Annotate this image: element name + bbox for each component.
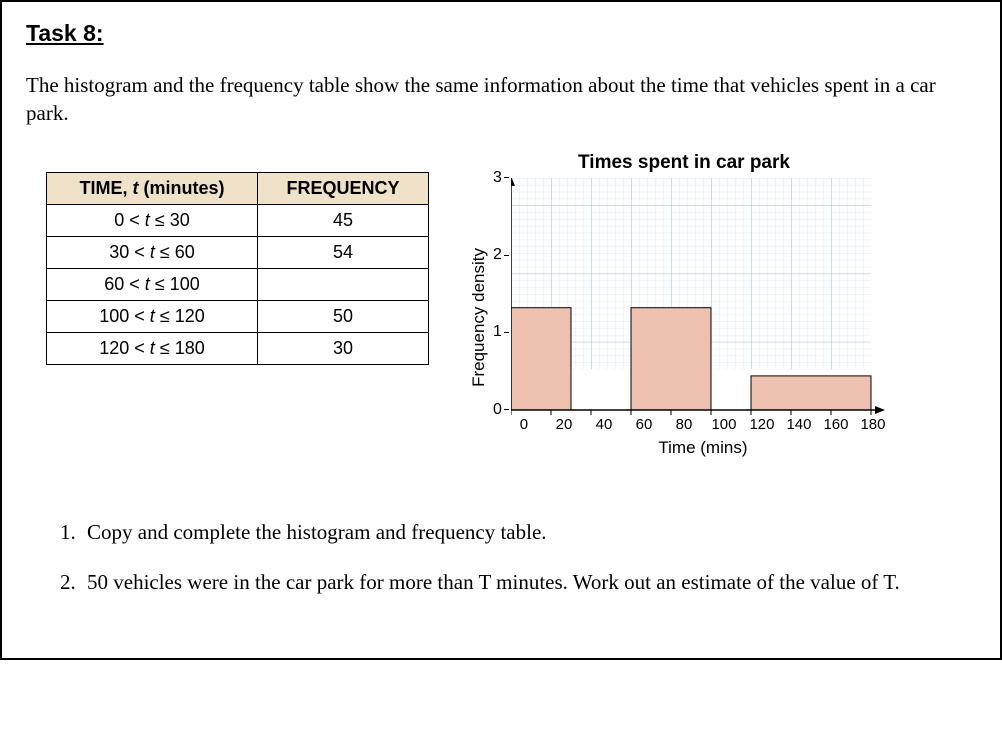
table-row: 60 < t ≤ 100 [47, 268, 429, 300]
histogram-bar [511, 307, 571, 409]
cell-range: 30 < t ≤ 60 [47, 236, 258, 268]
task-title: Task 8: [26, 20, 976, 47]
x-tick: 120 [749, 416, 774, 433]
cell-range: 60 < t ≤ 100 [47, 268, 258, 300]
arrow-right-icon [875, 406, 885, 414]
x-tick: 140 [786, 416, 811, 433]
x-ticks: 0 20 40 60 80 100 120 140 160 180 [502, 416, 882, 436]
x-tick: 40 [596, 416, 613, 433]
cell-range: 0 < t ≤ 30 [47, 204, 258, 236]
histogram-bar [751, 376, 871, 410]
th-range: TIME, t (minutes) [47, 172, 258, 204]
y-ticks: 3 2 1 0 [493, 178, 509, 410]
x-tick: 80 [676, 416, 693, 433]
cell-range: 100 < t ≤ 120 [47, 300, 258, 332]
x-tick: 20 [556, 416, 573, 433]
task-intro: The histogram and the frequency table sh… [26, 71, 976, 128]
frequency-table: TIME, t (minutes) FREQUENCY 0 < t ≤ 30 4… [46, 172, 429, 365]
cell-freq: 50 [258, 300, 429, 332]
cell-range: 120 < t ≤ 180 [47, 332, 258, 364]
histogram-bar [631, 307, 711, 409]
task-page: Task 8: The histogram and the frequency … [0, 0, 1002, 660]
histogram-block: Times spent in car park Frequency densit… [469, 152, 899, 458]
cell-freq: 30 [258, 332, 429, 364]
content-row: TIME, t (minutes) FREQUENCY 0 < t ≤ 30 4… [26, 152, 976, 458]
table-row: 100 < t ≤ 120 50 [47, 300, 429, 332]
cell-freq: 45 [258, 204, 429, 236]
question-list: Copy and complete the histogram and freq… [26, 518, 976, 597]
histogram-plot [511, 178, 891, 416]
x-tick: 0 [520, 416, 528, 433]
y-axis-label: Frequency density [469, 248, 489, 387]
table-row: 30 < t ≤ 60 54 [47, 236, 429, 268]
x-tick: 160 [823, 416, 848, 433]
question-2: 50 vehicles were in the car park for mor… [81, 568, 976, 596]
question-1: Copy and complete the histogram and freq… [81, 518, 976, 546]
chart-title: Times spent in car park [469, 152, 899, 174]
x-axis-label: Time (mins) [636, 438, 747, 458]
x-tick: 60 [636, 416, 653, 433]
table-row: 0 < t ≤ 30 45 [47, 204, 429, 236]
table-row: 120 < t ≤ 180 30 [47, 332, 429, 364]
x-tick: 180 [860, 416, 885, 433]
cell-freq: 54 [258, 236, 429, 268]
x-tick: 100 [711, 416, 736, 433]
th-freq: FREQUENCY [258, 172, 429, 204]
cell-freq [258, 268, 429, 300]
